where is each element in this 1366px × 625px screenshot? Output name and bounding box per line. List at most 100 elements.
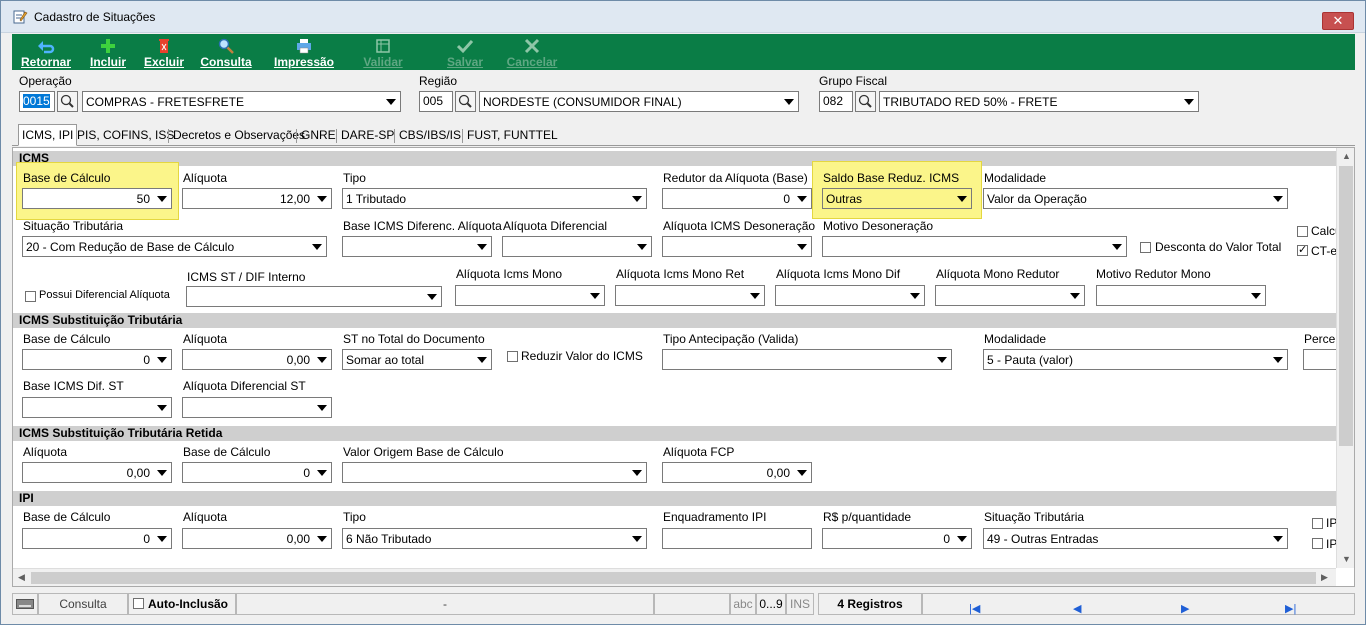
auto-inclusao-checkbox[interactable]	[133, 598, 144, 609]
aliq-mono-dif-select[interactable]	[775, 285, 925, 306]
tab-icms-ipi[interactable]: ICMS, IPI	[18, 124, 78, 146]
base-calculo-value: 50	[136, 192, 150, 206]
tab-pis-cofins-iss[interactable]: PIS, COFINS, ISS	[74, 127, 177, 145]
chevron-down-icon	[1273, 196, 1283, 202]
redutor-select[interactable]: 0	[662, 188, 812, 209]
base-calculo-select[interactable]: 50	[22, 188, 172, 209]
tipo-antec-select[interactable]	[662, 349, 952, 370]
aliq-difer-label: Alíquota Diferencial	[503, 219, 608, 233]
ipi-situacao-select[interactable]: 49 - Outras Entradas	[983, 528, 1288, 549]
operacao-select[interactable]: COMPRAS - FRETESFRETE	[82, 91, 401, 112]
retida-aliquota-select[interactable]: 0,00	[22, 462, 172, 483]
auto-inclusao-cell[interactable]: Auto-Inclusão	[128, 593, 236, 615]
consulta-button[interactable]: Consulta	[198, 34, 254, 70]
impressao-button[interactable]: Impressão	[270, 34, 338, 70]
chevron-down-icon	[1184, 99, 1194, 105]
calcu-checkbox[interactable]	[1297, 226, 1308, 237]
incluir-button[interactable]: Incluir	[86, 34, 130, 70]
tab-fust-funttel[interactable]: FUST, FUNTTEL	[464, 127, 561, 145]
reduzir-icms-checkbox[interactable]	[507, 351, 518, 362]
operacao-code-value: 0015	[23, 94, 50, 108]
regiao-select[interactable]: NORDESTE (CONSUMIDOR FINAL)	[479, 91, 799, 112]
desconta-checkbox[interactable]	[1140, 242, 1151, 253]
base-difer-select[interactable]	[342, 236, 492, 257]
st-dif-select[interactable]	[186, 286, 442, 307]
tipo-select[interactable]: 1 Tributado	[342, 188, 647, 209]
base-dif-st-select[interactable]	[22, 397, 172, 418]
st-modalidade-select[interactable]: 5 - Pauta (valor)	[983, 349, 1288, 370]
valor-origem-select[interactable]	[342, 462, 647, 483]
possui-dif-checkbox[interactable]	[25, 291, 36, 302]
modalidade-select[interactable]: Valor da Operação	[983, 188, 1288, 209]
st-total-select[interactable]: Somar ao total	[342, 349, 492, 370]
next-record-icon[interactable]: ▶	[1181, 599, 1189, 619]
ip1-checkbox[interactable]	[1312, 518, 1323, 529]
scroll-up-icon[interactable]: ▲	[1342, 151, 1351, 161]
st-base-label: Base de Cálculo	[23, 332, 111, 346]
tab-gnre[interactable]: GNRE	[298, 127, 339, 145]
chevron-down-icon	[157, 196, 167, 202]
excluir-button[interactable]: Excluir	[142, 34, 186, 70]
st-aliquota-value: 0,00	[286, 353, 310, 367]
st-base-select[interactable]: 0	[22, 349, 172, 370]
keyboard-cell[interactable]	[12, 593, 38, 615]
enquadramento-input[interactable]	[662, 528, 812, 549]
close-button[interactable]: ✕	[1322, 12, 1354, 30]
last-record-icon[interactable]: ▶|	[1285, 599, 1296, 619]
saldo-base-select[interactable]: Outras	[822, 188, 972, 209]
vertical-scrollbar[interactable]: ▲ ▼	[1336, 148, 1354, 568]
operacao-code-input[interactable]: 0015	[19, 91, 55, 112]
tab-cbs-ibs-is[interactable]: CBS/IBS/IS	[396, 127, 464, 145]
grupo-select[interactable]: TRIBUTADO RED 50% - FRETE	[879, 91, 1199, 112]
aliq-difer-select[interactable]	[502, 236, 652, 257]
first-record-icon[interactable]: |◀	[969, 599, 980, 619]
horizontal-scrollbar[interactable]: ◀ ▶	[13, 568, 1336, 586]
aliq-mono-select[interactable]	[455, 285, 605, 306]
chevron-down-icon	[1251, 293, 1261, 299]
grupo-code-value: 082	[823, 94, 844, 108]
scroll-right-icon[interactable]: ▶	[1321, 572, 1328, 583]
regiao-search-button[interactable]	[455, 91, 476, 112]
aliq-mono-red-select[interactable]	[935, 285, 1085, 306]
ipi-aliquota-select[interactable]: 0,00	[182, 528, 332, 549]
operacao-search-button[interactable]	[57, 91, 78, 112]
grupo-search-button[interactable]	[855, 91, 876, 112]
horizontal-scroll-thumb[interactable]	[31, 572, 1316, 584]
retida-base-select[interactable]: 0	[182, 462, 332, 483]
aliq-fcp-label: Alíquota FCP	[663, 445, 735, 459]
tab-dare-sp[interactable]: DARE-SP	[338, 127, 397, 145]
aliq-fcp-select[interactable]: 0,00	[662, 462, 812, 483]
validar-button[interactable]: Validar	[358, 34, 408, 70]
rs-qtd-select[interactable]: 0	[822, 528, 972, 549]
st-aliquota-select[interactable]: 0,00	[182, 349, 332, 370]
ipi-base-select[interactable]: 0	[22, 528, 172, 549]
ipi-tipo-select[interactable]: 6 Não Tributado	[342, 528, 647, 549]
ip2-checkbox[interactable]	[1312, 538, 1323, 549]
saldo-base-value: Outras	[826, 192, 863, 206]
vertical-scroll-thumb[interactable]	[1339, 166, 1353, 446]
base-dif-st-label: Base ICMS Dif. ST	[23, 379, 124, 393]
tab-separator	[168, 129, 169, 143]
cancelar-button[interactable]: Cancelar	[504, 34, 560, 70]
regiao-code-input[interactable]: 005	[419, 91, 453, 112]
chevron-down-icon	[157, 536, 167, 542]
retornar-button[interactable]: Retornar	[16, 34, 76, 70]
title-bar: Cadastro de Situações ✕	[1, 1, 1365, 33]
salvar-button[interactable]: Salvar	[440, 34, 490, 70]
motivo-deson-select[interactable]	[822, 236, 1127, 257]
grupo-code-input[interactable]: 082	[819, 91, 853, 112]
motivo-red-mono-select[interactable]	[1096, 285, 1266, 306]
aliquota-select[interactable]: 12,00	[182, 188, 332, 209]
percen-input[interactable]	[1303, 349, 1337, 370]
cte-checkbox[interactable]	[1297, 243, 1308, 256]
aliq-mono-ret-select[interactable]	[615, 285, 765, 306]
aliq-dif-st-select[interactable]	[182, 397, 332, 418]
aliq-deson-select[interactable]	[662, 236, 812, 257]
situacao-select[interactable]: 20 - Com Redução de Base de Cálculo	[22, 236, 327, 257]
tab-decretos[interactable]: Decretos e Observações	[170, 127, 308, 145]
scroll-down-icon[interactable]: ▼	[1342, 554, 1351, 564]
scroll-left-icon[interactable]: ◀	[18, 572, 25, 583]
magnifier-icon	[858, 94, 872, 108]
previous-record-icon[interactable]: ◀	[1073, 599, 1081, 619]
aliq-mono-ret-label: Alíquota Icms Mono Ret	[616, 267, 745, 281]
